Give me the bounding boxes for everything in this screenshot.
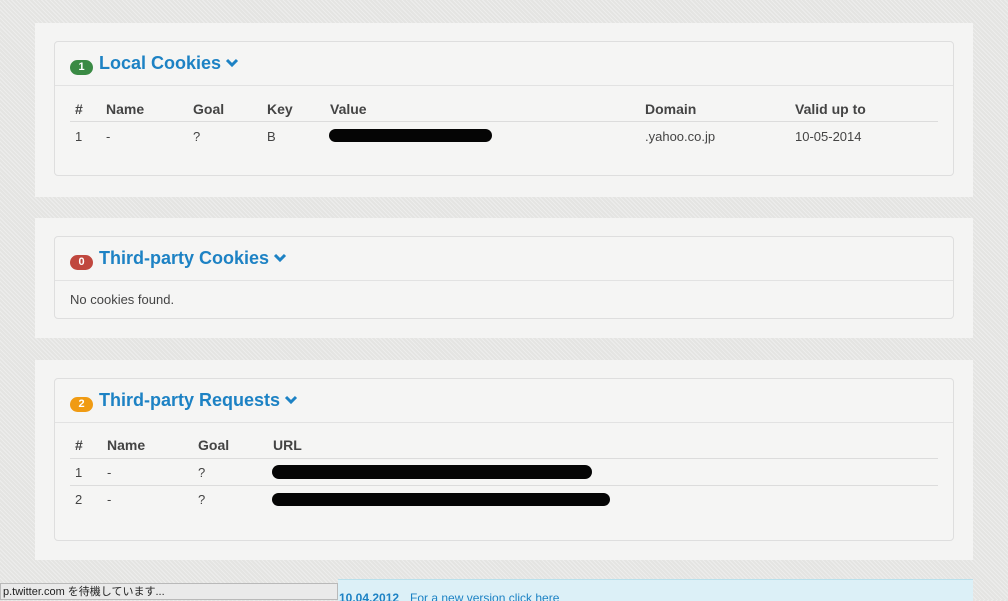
- column-header-valid: Valid up to: [795, 101, 866, 117]
- local-cookies-panel: 1 Local Cookies # Name Goal Key Value Do…: [54, 41, 954, 176]
- panel-title: Local Cookies: [99, 53, 222, 73]
- cell-goal: ?: [198, 492, 206, 507]
- column-header-name: Name: [106, 101, 145, 117]
- count-badge: 0: [70, 255, 93, 270]
- column-header-value: Value: [330, 101, 367, 117]
- third-party-cookies-toggle[interactable]: Third-party Cookies: [99, 248, 287, 269]
- cell-name: -: [107, 492, 112, 507]
- column-header-goal: Goal: [193, 101, 225, 117]
- version-notice: 10.04.2012 For a new version click here: [338, 579, 973, 601]
- third-party-requests-panel: 2 Third-party Requests # Name Goal URL 1…: [54, 378, 954, 541]
- count-badge: 1: [70, 60, 93, 75]
- chevron-down-icon: [273, 253, 287, 262]
- cell-num: 1: [75, 465, 83, 480]
- row-divider: [70, 485, 938, 486]
- column-header-key: Key: [267, 101, 293, 117]
- empty-message: No cookies found.: [70, 292, 175, 307]
- panel-title: Third-party Cookies: [99, 248, 270, 268]
- cell-valid: 10-05-2014: [795, 129, 862, 144]
- chevron-down-icon: [225, 58, 239, 67]
- column-header-domain: Domain: [645, 101, 697, 117]
- column-header-name: Name: [107, 437, 146, 453]
- redacted-value: [329, 129, 492, 142]
- panel-header: 0 Third-party Cookies: [55, 237, 953, 281]
- column-header-goal: Goal: [198, 437, 230, 453]
- panel-title: Third-party Requests: [99, 390, 281, 410]
- third-party-requests-toggle[interactable]: Third-party Requests: [99, 390, 298, 411]
- local-cookies-toggle[interactable]: Local Cookies: [99, 53, 239, 74]
- count-badge: 2: [70, 397, 93, 412]
- browser-status-bar: p.twitter.com を待機しています...: [0, 583, 338, 600]
- redacted-url: [272, 465, 592, 479]
- panel-header: 2 Third-party Requests: [55, 379, 953, 423]
- column-header-num: #: [75, 437, 83, 453]
- redacted-url: [272, 493, 610, 506]
- panel-header: 1 Local Cookies: [55, 42, 953, 86]
- cell-goal: ?: [198, 465, 206, 480]
- column-header-url: URL: [273, 437, 302, 453]
- table-divider: [70, 458, 938, 459]
- third-party-requests-section: 2 Third-party Requests # Name Goal URL 1…: [35, 360, 973, 560]
- third-party-cookies-section: 0 Third-party Cookies No cookies found.: [35, 218, 973, 338]
- cell-num: 2: [75, 492, 83, 507]
- cell-name: -: [106, 129, 111, 144]
- cell-name: -: [107, 465, 112, 480]
- chevron-down-icon: [284, 395, 298, 404]
- third-party-cookies-panel: 0 Third-party Cookies No cookies found.: [54, 236, 954, 319]
- cell-goal: ?: [193, 129, 201, 144]
- cell-num: 1: [75, 129, 83, 144]
- column-header-num: #: [75, 101, 83, 117]
- cell-key: B: [267, 129, 276, 144]
- local-cookies-section: 1 Local Cookies # Name Goal Key Value Do…: [35, 23, 973, 197]
- table-divider: [70, 121, 938, 122]
- cell-domain: .yahoo.co.jp: [645, 129, 716, 144]
